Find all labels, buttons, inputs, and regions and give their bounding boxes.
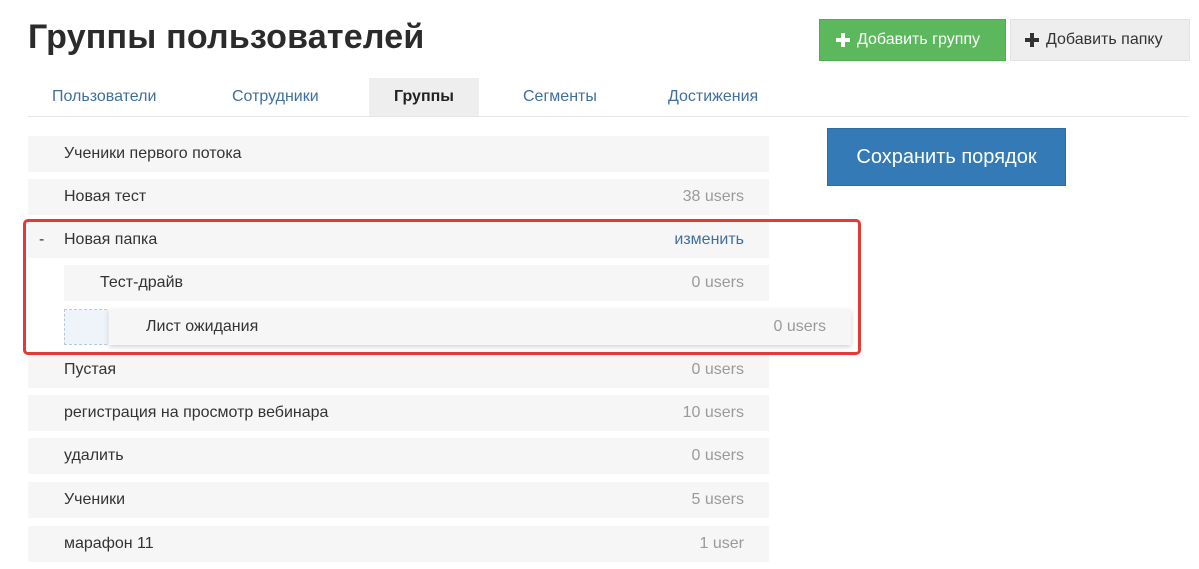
tab-bar: Пользователи Сотрудники Группы Сегменты … bbox=[28, 78, 1189, 117]
add-group-label: Добавить группу bbox=[857, 31, 981, 48]
plus-icon bbox=[836, 33, 850, 47]
add-group-button[interactable]: Добавить группу bbox=[819, 19, 1006, 61]
group-name: Пустая bbox=[64, 361, 117, 378]
group-row[interactable]: Тест-драйв 0 users bbox=[64, 265, 769, 301]
group-user-count: 0 users bbox=[691, 361, 744, 378]
group-user-count: 0 users bbox=[773, 318, 826, 335]
group-user-count: 38 users bbox=[682, 188, 744, 205]
add-folder-button[interactable]: Добавить папку bbox=[1010, 19, 1190, 61]
group-row[interactable]: регистрация на просмотр вебинара 10 user… bbox=[28, 395, 769, 431]
group-name: Тест-драйв bbox=[100, 274, 183, 291]
group-name: марафон 11 bbox=[64, 535, 154, 552]
tab-groups[interactable]: Группы bbox=[369, 78, 479, 116]
group-name: Лист ожидания bbox=[146, 318, 259, 335]
group-row[interactable]: удалить 0 users bbox=[28, 438, 769, 474]
dragged-group-row[interactable]: Лист ожидания 0 users bbox=[109, 309, 851, 345]
plus-icon bbox=[1025, 33, 1039, 47]
folder-name: Новая папка bbox=[64, 231, 158, 248]
edit-folder-link[interactable]: изменить bbox=[674, 222, 744, 258]
save-order-button[interactable]: Сохранить порядок bbox=[827, 128, 1066, 186]
drop-placeholder-indent bbox=[65, 310, 108, 344]
group-user-count: 5 users bbox=[691, 491, 744, 508]
tab-users[interactable]: Пользователи bbox=[52, 78, 156, 116]
group-user-count: 10 users bbox=[682, 404, 744, 421]
group-user-count: 0 users bbox=[691, 447, 744, 464]
group-row[interactable]: марафон 11 1 user bbox=[28, 526, 769, 562]
tab-employees[interactable]: Сотрудники bbox=[232, 78, 319, 116]
group-name: Ученики bbox=[64, 491, 126, 508]
group-name: Ученики первого потока bbox=[64, 145, 242, 162]
page-title: Группы пользователей bbox=[28, 18, 425, 56]
group-row[interactable]: Пустая 0 users bbox=[28, 352, 769, 388]
group-row[interactable]: Ученики первого потока bbox=[28, 136, 769, 172]
group-name: регистрация на просмотр вебинара bbox=[64, 404, 329, 421]
group-user-count: 0 users bbox=[691, 274, 744, 291]
add-folder-label: Добавить папку bbox=[1046, 31, 1163, 48]
group-row[interactable]: Новая тест 38 users bbox=[28, 179, 769, 215]
group-user-count: 1 user bbox=[699, 535, 744, 552]
tab-segments[interactable]: Сегменты bbox=[523, 78, 597, 116]
group-name: Новая тест bbox=[64, 188, 147, 205]
collapse-toggle[interactable]: - bbox=[39, 222, 44, 258]
folder-row[interactable]: - Новая папка изменить bbox=[28, 222, 769, 258]
group-row[interactable]: Ученики 5 users bbox=[28, 482, 769, 518]
groups-page: Группы пользователей Добавить группу Доб… bbox=[0, 0, 1199, 569]
group-name: удалить bbox=[64, 447, 124, 464]
tab-achievements[interactable]: Достижения bbox=[668, 78, 758, 116]
